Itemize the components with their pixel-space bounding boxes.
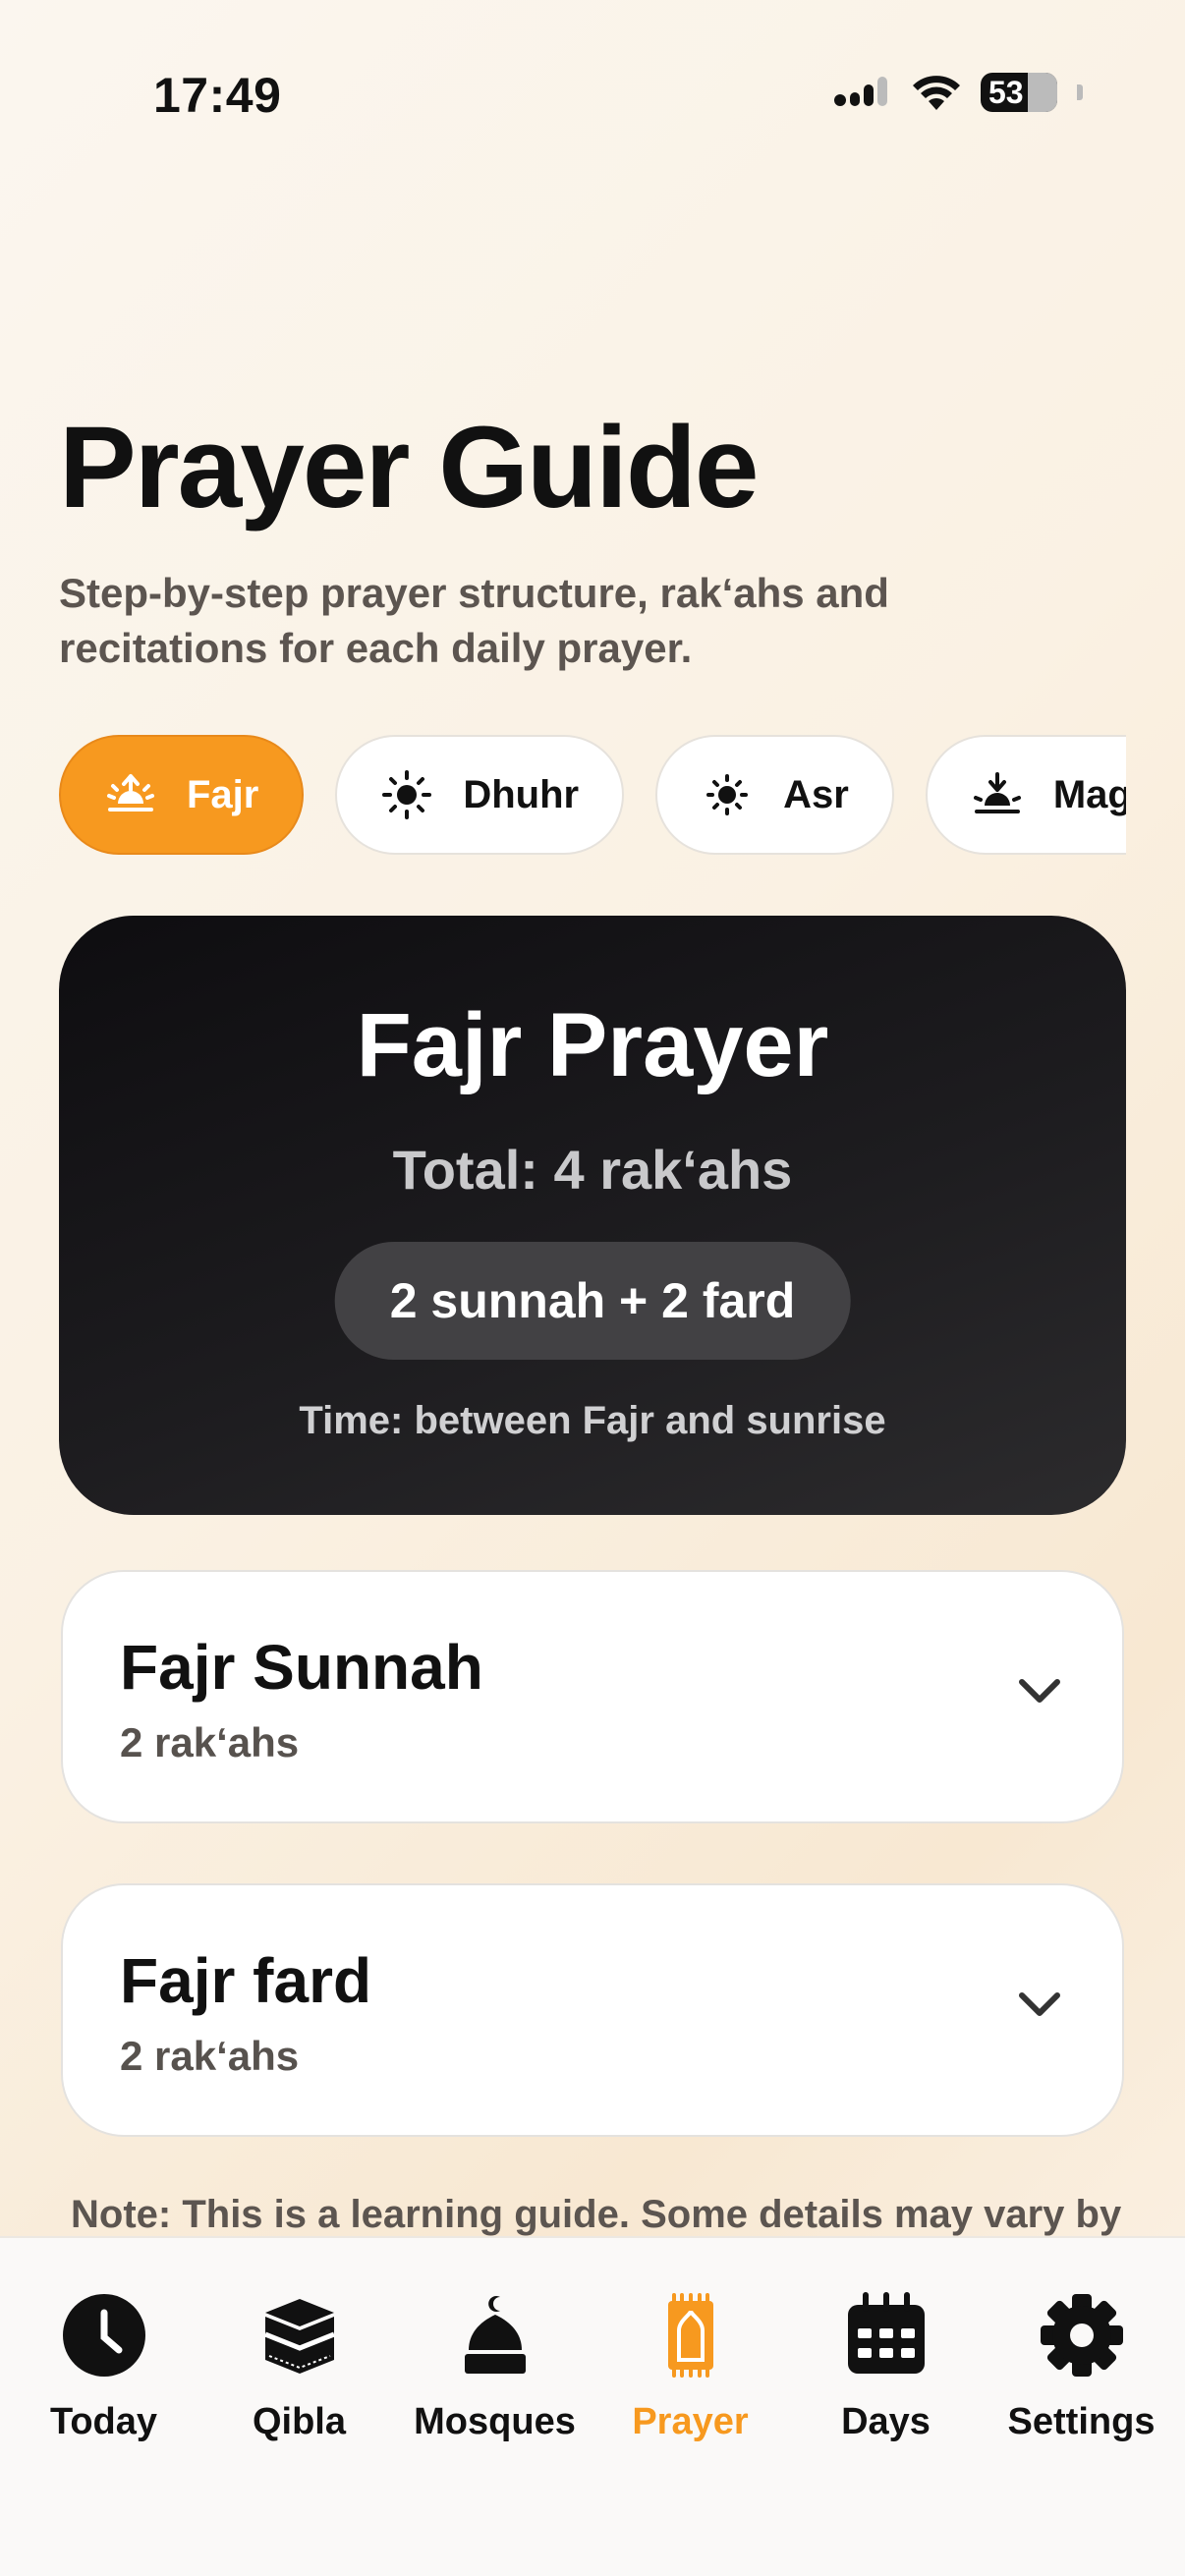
sunrise-icon: [107, 774, 154, 812]
chip-label: Fajr: [187, 772, 259, 816]
status-time: 17:49: [153, 68, 282, 123]
tab-settings[interactable]: Settings: [988, 2238, 1176, 2576]
tab-prayer[interactable]: Prayer: [596, 2238, 785, 2576]
clock-icon: [62, 2294, 145, 2377]
tab-label: Today: [49, 2401, 158, 2442]
mosque-icon: [464, 2296, 526, 2374]
chip-asr[interactable]: Asr: [655, 735, 894, 855]
chip-dhuhr[interactable]: Dhuhr: [335, 735, 625, 855]
disclaimer-note: Note: This is a learning guide. Some det…: [71, 2193, 1122, 2236]
sun-icon: [382, 770, 432, 819]
section-title: Fajr Sunnah: [120, 1632, 483, 1703]
gear-icon: [1040, 2294, 1123, 2377]
prayer-mat-icon: [667, 2293, 713, 2378]
section-subtitle: 2 rak‘ahs: [120, 2033, 300, 2079]
kaaba-icon: [263, 2299, 335, 2374]
chip-label: Maghrib: [1052, 772, 1126, 816]
total-rakahs: Total: 4 rak‘ahs: [392, 1139, 793, 1201]
tab-days[interactable]: Days: [792, 2238, 981, 2576]
prayer-time-window: Time: between Fajr and sunrise: [299, 1399, 886, 1442]
tab-label: Settings: [1007, 2401, 1156, 2442]
page-title: Prayer Guide: [59, 403, 760, 532]
chevron-down-icon[interactable]: [1016, 1676, 1063, 1706]
tab-today[interactable]: Today: [10, 2238, 198, 2576]
wifi-icon: [913, 76, 960, 110]
sun-small-icon: [706, 774, 749, 815]
tab-label: Days: [841, 2401, 931, 2442]
battery-level: 53: [988, 74, 1024, 110]
tab-label: Mosques: [414, 2401, 576, 2442]
chip-label: Asr: [783, 772, 849, 816]
prayer-selector: Fajr Dhuhr Asr Maghrib: [59, 735, 1126, 857]
prayer-summary-card: Fajr Prayer Total: 4 rak‘ahs 2 sunnah + …: [59, 916, 1126, 1515]
chip-maghrib[interactable]: Maghrib: [925, 735, 1126, 855]
battery-icon: 53: [981, 73, 1057, 112]
tab-qibla[interactable]: Qibla: [205, 2238, 394, 2576]
tab-mosques[interactable]: Mosques: [401, 2238, 590, 2576]
status-bar: 17:49 53: [0, 0, 1185, 187]
tab-label: Prayer: [632, 2401, 749, 2442]
chip-fajr[interactable]: Fajr: [59, 735, 305, 855]
calendar-icon: [847, 2292, 925, 2374]
chevron-down-icon[interactable]: [1016, 1989, 1063, 2019]
section-fajr-fard[interactable]: Fajr fard 2 rak‘ahs: [61, 1883, 1124, 2137]
prayer-title: Fajr Prayer: [356, 995, 829, 1095]
cellular-signal-icon: [834, 77, 887, 106]
tab-label: Qibla: [252, 2401, 347, 2442]
page-subtitle: Step-by-step prayer structure, rak‘ahs a…: [59, 570, 889, 671]
status-icons: 53: [833, 73, 1083, 112]
tab-bar: Today Qibla Mosques Prayer Days Settings: [0, 2236, 1185, 2576]
rakah-breakdown-badge: 2 sunnah + 2 fard: [334, 1242, 851, 1360]
chip-label: Dhuhr: [463, 772, 580, 816]
section-fajr-sunnah[interactable]: Fajr Sunnah 2 rak‘ahs: [61, 1570, 1124, 1823]
section-subtitle: 2 rak‘ahs: [120, 1719, 300, 1765]
sunset-icon: [973, 772, 1021, 813]
section-title: Fajr fard: [120, 1945, 372, 2016]
